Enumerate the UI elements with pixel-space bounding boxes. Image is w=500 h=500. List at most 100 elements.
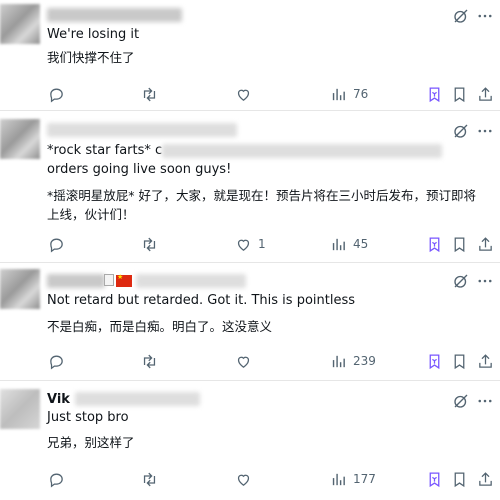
reply-button[interactable]: [48, 351, 71, 371]
post-text-translation-2: 上线，伙计们！: [47, 207, 135, 222]
views-icon: [332, 88, 345, 100]
reply-icon: [50, 473, 63, 488]
like-icon: [237, 356, 250, 368]
bookmark-button[interactable]: [451, 234, 468, 254]
post-text-en: We're losing it: [47, 27, 140, 42]
post-text-translation: 兄弟，别这样了: [47, 435, 135, 450]
like-button[interactable]: [235, 351, 258, 371]
like-button[interactable]: [235, 469, 258, 489]
share-icon: [479, 86, 492, 101]
bookmark-button[interactable]: [451, 84, 468, 104]
author-handle-redacted[interactable]: [75, 392, 200, 406]
more-icon[interactable]: [476, 272, 494, 290]
views-icon: [332, 238, 345, 250]
reply-icon: [50, 355, 63, 370]
reply-post-1[interactable]: We're losing it 我们快撑不住了 76: [0, 0, 500, 111]
repost-button[interactable]: [141, 351, 164, 371]
grok-icon[interactable]: [452, 272, 470, 290]
avatar[interactable]: [0, 269, 40, 309]
action-bar: 76: [0, 84, 500, 104]
post-text-en-2: orders going live soon guys!: [47, 162, 232, 177]
reply-icon: [50, 238, 63, 253]
author-name-redacted[interactable]: [47, 123, 237, 137]
reply-post-2[interactable]: *rock star farts* c orders going live so…: [0, 111, 500, 263]
reply-button[interactable]: [48, 234, 71, 254]
like-icon: [237, 239, 250, 251]
bookmark-icon: [454, 471, 465, 487]
more-icon[interactable]: [476, 392, 494, 410]
grok-icon[interactable]: [452, 392, 470, 410]
author-name[interactable]: Vik: [47, 391, 70, 408]
china-flag-icon: [116, 273, 132, 287]
like-count: 1: [258, 237, 266, 251]
avatar[interactable]: [0, 389, 40, 429]
reply-post-4[interactable]: Vik Just stop bro 兄弟，别这样了 177: [0, 381, 500, 500]
repost-button[interactable]: [141, 469, 164, 489]
views-icon: [332, 355, 345, 367]
grok-icon[interactable]: [452, 122, 470, 140]
like-icon: [237, 474, 250, 486]
author-name-redacted[interactable]: [47, 274, 105, 288]
emoji-glyph: [104, 274, 114, 286]
post-text-translation: 我们快撑不住了: [47, 50, 135, 65]
view-count: 177: [353, 472, 376, 486]
bookmark-extension-button[interactable]: [426, 234, 443, 254]
share-icon: [479, 236, 492, 251]
view-count: 76: [353, 87, 369, 101]
bookmark-extension-button[interactable]: [426, 84, 443, 104]
avatar[interactable]: [0, 119, 40, 159]
action-bar: 1 45: [0, 234, 500, 254]
author-name-redacted[interactable]: [47, 8, 182, 22]
post-text-translation-1: *摇滚明星放屁* 好了，大家，就是现在！预告片将在三小时后发布，预订即将: [47, 188, 476, 203]
like-button[interactable]: 1: [235, 234, 266, 254]
views-button[interactable]: 177: [330, 469, 376, 489]
repost-icon: [143, 354, 156, 368]
grok-icon[interactable]: [452, 7, 470, 25]
repost-icon: [143, 472, 156, 486]
bookmark-extension-button[interactable]: [426, 469, 443, 489]
view-count: 45: [353, 237, 369, 251]
author-handle-redacted[interactable]: [136, 274, 246, 288]
bookmark-button[interactable]: [451, 351, 468, 371]
bookmark-icon: [454, 86, 465, 102]
view-count: 239: [353, 354, 376, 368]
bookmark-extension-icon: [429, 236, 440, 252]
reply-post-3[interactable]: Not retard but retarded. Got it. This is…: [0, 263, 500, 381]
repost-button[interactable]: [141, 234, 164, 254]
repost-icon: [143, 237, 156, 251]
share-icon: [479, 471, 492, 486]
share-icon: [479, 353, 492, 368]
share-button[interactable]: [477, 234, 494, 254]
bookmark-extension-icon: [429, 353, 440, 369]
post-text-en: Just stop bro: [47, 410, 129, 425]
like-button[interactable]: [235, 84, 258, 104]
share-button[interactable]: [477, 351, 494, 371]
redacted-text: [162, 144, 442, 158]
action-bar: 239: [0, 351, 500, 371]
share-button[interactable]: [477, 469, 494, 489]
views-button[interactable]: 239: [330, 351, 376, 371]
post-text-en-1: *rock star farts* c: [47, 143, 163, 158]
reply-button[interactable]: [48, 84, 71, 104]
views-icon: [332, 473, 345, 485]
more-icon[interactable]: [476, 122, 494, 140]
bookmark-button[interactable]: [451, 469, 468, 489]
repost-icon: [143, 87, 156, 101]
reply-icon: [50, 88, 63, 103]
bookmark-extension-icon: [429, 86, 440, 102]
bookmark-extension-icon: [429, 471, 440, 487]
like-icon: [237, 89, 250, 101]
more-icon[interactable]: [476, 7, 494, 25]
views-button[interactable]: 76: [330, 84, 368, 104]
repost-button[interactable]: [141, 84, 164, 104]
views-button[interactable]: 45: [330, 234, 368, 254]
avatar[interactable]: [0, 4, 40, 44]
action-bar: 177: [0, 469, 500, 489]
bookmark-extension-button[interactable]: [426, 351, 443, 371]
share-button[interactable]: [477, 84, 494, 104]
post-text-en: Not retard but retarded. Got it. This is…: [47, 293, 356, 308]
bookmark-icon: [454, 236, 465, 252]
bookmark-icon: [454, 353, 465, 369]
post-text-translation: 不是白痴，而是白痴。明白了。这没意义: [47, 319, 273, 334]
reply-button[interactable]: [48, 469, 71, 489]
